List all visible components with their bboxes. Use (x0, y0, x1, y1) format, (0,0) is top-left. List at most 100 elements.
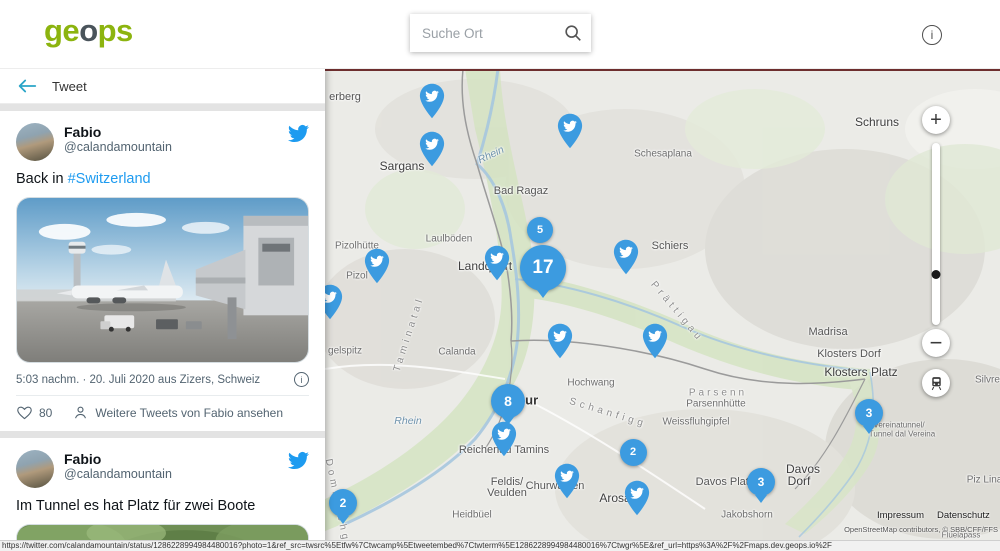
tweet-handle[interactable]: @calandamountain (64, 467, 278, 481)
tweet-pin-marker[interactable] (484, 245, 510, 281)
map-label: Schruns (855, 115, 899, 129)
map-label: Schiers (652, 240, 689, 252)
tweet-header: Fabio @calandamountain (16, 450, 309, 488)
tweet-text-plain: Back in (16, 171, 68, 187)
tweet-author[interactable]: Fabio (64, 451, 278, 467)
map-label: gelspitz (328, 346, 362, 357)
tweet-pin-marker[interactable] (364, 248, 390, 284)
tweet-pin-marker[interactable] (325, 284, 343, 320)
panel-header: Tweet (0, 69, 325, 104)
sidebar: Tweet Fabio @calandamountain Back in #Sw… (0, 69, 325, 551)
tweet-cluster-marker[interactable]: 5 (527, 217, 553, 243)
tweet-pin-marker[interactable] (547, 323, 573, 359)
tweet-pin-marker[interactable] (613, 239, 639, 275)
tweet-text: Back in #Switzerland (16, 171, 309, 187)
map-label: Laulböden (426, 234, 473, 245)
search-input[interactable] (422, 26, 563, 41)
tweet-pin-marker[interactable] (491, 421, 517, 457)
avatar[interactable] (16, 123, 54, 161)
zoom-slider-thumb[interactable] (932, 270, 941, 279)
map-label: Rhein (476, 144, 506, 166)
map-label: Schanfigg (568, 396, 648, 430)
tweet-meta: 5:03 nachm. · 20. Juli 2020 aus Zizers, … (16, 372, 309, 387)
zoom-out-button[interactable]: − (922, 329, 950, 357)
map-label: Sargans (380, 159, 425, 173)
tweet-cluster-marker[interactable]: 2 (329, 489, 357, 517)
map-label: Dorf (788, 474, 811, 488)
cluster-count: 2 (340, 496, 347, 510)
datenschutz-link[interactable]: Datenschutz (937, 510, 990, 521)
screen: geops i Tweet Fabio (0, 0, 1000, 551)
cluster-count: 17 (532, 257, 553, 279)
map-label: Taminatal (392, 295, 427, 373)
cluster-count: 2 (630, 446, 636, 458)
tweet-pin-marker[interactable] (557, 113, 583, 149)
back-icon[interactable] (16, 77, 38, 95)
train-layer-button[interactable] (922, 369, 950, 397)
cluster-count: 3 (866, 406, 873, 420)
impressum-link[interactable]: Impressum (877, 510, 924, 521)
map-label: Davos (786, 462, 820, 476)
avatar[interactable] (16, 450, 54, 488)
header: geops i (0, 0, 1000, 69)
map-label: Klosters Platz (824, 365, 897, 379)
hashtag-link[interactable]: #Switzerland (68, 171, 151, 187)
tweet-pin-marker[interactable] (642, 323, 668, 359)
profile-icon[interactable] (72, 404, 89, 421)
tweet-pin-marker[interactable] (554, 463, 580, 499)
train-icon (928, 375, 945, 392)
tweet-info-icon[interactable]: i (294, 372, 309, 387)
map[interactable]: erbergSargansRheinBad RagazSchesaplanaSc… (325, 69, 1000, 551)
tweet-pin-marker[interactable] (419, 131, 445, 167)
map-label: Hochwang (567, 378, 614, 389)
twitter-icon[interactable] (288, 450, 309, 471)
map-label: Silvretta (975, 375, 1000, 386)
map-label: Feldis/ (491, 476, 523, 488)
like-icon[interactable] (16, 404, 33, 421)
tweet-handle[interactable]: @calandamountain (64, 140, 278, 154)
map-label: Parsenn (689, 388, 747, 399)
map-overlays: erbergSargansRheinBad RagazSchesaplanaSc… (325, 69, 1000, 551)
divider (16, 395, 309, 396)
map-footer-links: Impressum Datenschutz (877, 510, 990, 521)
tweet-cluster-marker[interactable]: 2 (620, 439, 647, 466)
tweet-photo[interactable] (16, 197, 309, 363)
search-icon[interactable] (563, 23, 583, 43)
browser-status-url: https://twitter.com/calandamountain/stat… (0, 540, 1000, 551)
zoom-slider[interactable] (932, 143, 940, 325)
twitter-icon[interactable] (288, 123, 309, 144)
cluster-count: 8 (504, 393, 512, 409)
map-label: Veulden (487, 487, 527, 499)
map-label: Davos Platz (696, 476, 755, 488)
tweet-header: Fabio @calandamountain (16, 123, 309, 161)
map-label: Piz Linard (967, 475, 1000, 486)
panel-title: Tweet (52, 79, 87, 94)
geops-logo[interactable]: geops (44, 13, 133, 49)
cluster-count: 5 (537, 224, 543, 236)
map-label: Klosters Dorf (817, 348, 881, 360)
tweet-pin-marker[interactable] (419, 83, 445, 119)
more-tweets-link[interactable]: Weitere Tweets von Fabio ansehen (95, 406, 283, 420)
tweet-cluster-marker[interactable]: 3 (747, 468, 775, 496)
map-label: Madrisa (808, 326, 847, 338)
tweet-text: Im Tunnel es hat Platz für zwei Boote (16, 498, 309, 514)
info-icon[interactable]: i (922, 25, 942, 45)
tweet-author[interactable]: Fabio (64, 124, 278, 140)
tweet-card[interactable]: Fabio @calandamountain Im Tunnel es hat … (0, 438, 325, 551)
tweet-timestamp[interactable]: 5:03 nachm. · 20. Juli 2020 aus Zizers, … (16, 374, 260, 386)
map-label: Rhein (394, 415, 421, 427)
tweet-cluster-marker[interactable]: 17 (520, 245, 566, 291)
tweet-pin-marker[interactable] (624, 480, 650, 516)
logo-text-ps: ps (98, 13, 133, 48)
map-label: Tunnel dal Vereina (869, 430, 935, 439)
map-label: Weissfluhgipfel (662, 417, 729, 428)
zoom-in-button[interactable]: + (922, 106, 950, 134)
tweet-cluster-marker[interactable]: 3 (855, 399, 883, 427)
tweet-actions: 80 Weitere Tweets von Fabio ansehen (16, 404, 309, 423)
tweet-cluster-marker[interactable]: 8 (491, 384, 525, 418)
airport-photo-graphic (17, 198, 308, 362)
map-attribution: OpenStreetMap contributors, © SBB/CFF/FF… (844, 525, 998, 534)
logo-text-ge: ge (44, 13, 79, 48)
cluster-count: 3 (758, 475, 765, 489)
tweet-card[interactable]: Fabio @calandamountain Back in #Switzerl… (0, 111, 325, 431)
